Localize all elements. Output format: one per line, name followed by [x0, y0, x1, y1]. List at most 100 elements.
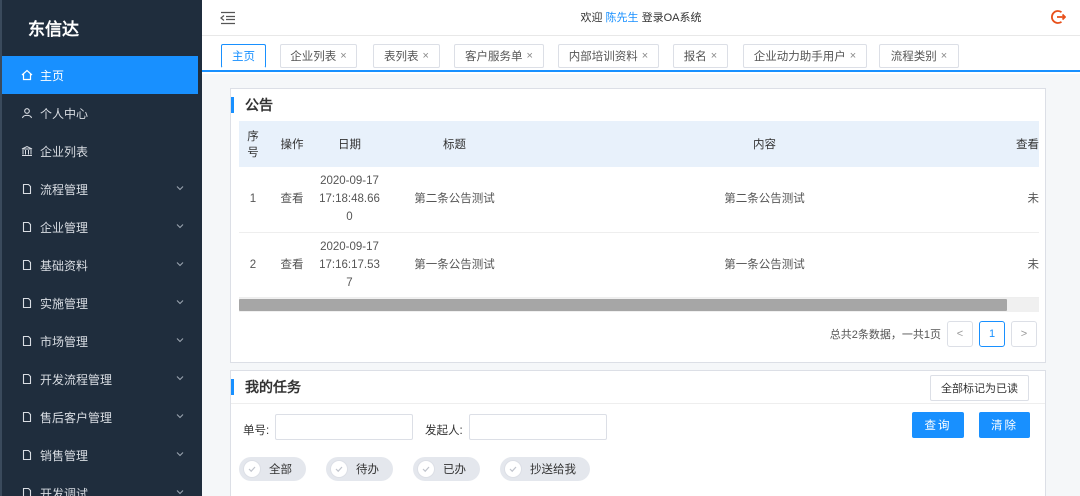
filter-todo[interactable]: 待办	[326, 457, 393, 481]
table-row: 1 查看 2020-09-17 17:18:48.66 0 第二条公告测试 第二…	[239, 167, 1039, 233]
document-icon	[20, 448, 34, 462]
chevron-down-icon	[176, 262, 184, 267]
close-icon[interactable]: ×	[711, 50, 717, 62]
document-icon	[20, 296, 34, 310]
user-name[interactable]: 陈先生	[606, 12, 639, 24]
tab-table-list[interactable]: 表列表 ×	[373, 44, 440, 68]
chevron-down-icon	[176, 300, 184, 305]
document-icon	[20, 258, 34, 272]
horizontal-scrollbar[interactable]	[239, 297, 1039, 312]
filter-done[interactable]: 已办	[413, 457, 480, 481]
sidebar-item-label: 市场管理	[40, 334, 89, 349]
chevron-down-icon	[176, 452, 184, 457]
notice-panel: 公告 序号 操作 日期 标题 内容 查看 1 查看 2020-09-17 17:…	[230, 88, 1046, 363]
sidebar-item-label: 主页	[40, 68, 65, 83]
sidebar-menu: 主页 个人中心 企业列表 流程管理 企业管理 基础资料 实施管理 市场管理 开发…	[2, 56, 202, 496]
tab-label: 企业动力助手用户	[753, 51, 846, 63]
tab-label: 企业列表	[290, 51, 337, 63]
tab-internal-training[interactable]: 内部培训资料 ×	[558, 44, 659, 68]
tab-signup[interactable]: 报名 ×	[673, 44, 728, 68]
document-icon	[20, 334, 34, 348]
column-header: 操作	[267, 121, 317, 167]
sidebar-item-label: 个人中心	[40, 106, 89, 121]
filter-label: 抄送给我	[530, 464, 576, 476]
column-header: 序号	[239, 121, 267, 167]
sidebar-item-label: 开发调试	[40, 486, 89, 496]
sidebar-item-label: 实施管理	[40, 296, 89, 311]
tab-home[interactable]: 主页	[221, 44, 266, 68]
query-button[interactable]: 查询	[912, 412, 964, 438]
clear-button[interactable]: 清除	[979, 412, 1030, 438]
tab-label: 内部培训资料	[568, 51, 638, 63]
order-no-input[interactable]	[275, 414, 413, 440]
sidebar-item-home[interactable]: 主页	[2, 56, 198, 94]
sidebar-item-label: 基础资料	[40, 258, 89, 273]
sidebar: 东信达 主页 个人中心 企业列表 流程管理 企业管理 基础资料 实施管理 市场管…	[0, 0, 202, 496]
chevron-down-icon	[176, 376, 184, 381]
row-date: 2020-09-17 17:18:48.66 0	[317, 167, 382, 233]
sidebar-item-after-sales[interactable]: 售后客户管理	[2, 398, 202, 436]
row-index: 1	[239, 167, 267, 233]
sidebar-item-sales[interactable]: 销售管理	[2, 436, 202, 474]
tab-customer-service[interactable]: 客户服务单 ×	[454, 44, 544, 68]
row-title: 第二条公告测试	[382, 167, 527, 233]
order-no-label: 单号:	[243, 425, 270, 437]
page-number-button[interactable]: 1	[979, 320, 1005, 347]
prev-page-button[interactable]: <	[947, 320, 973, 347]
initiator-input[interactable]	[469, 414, 607, 440]
mark-all-read-button[interactable]: 全部标记为已读	[930, 375, 1029, 401]
sidebar-item-label: 企业管理	[40, 220, 89, 235]
tab-company-list[interactable]: 企业列表 ×	[280, 44, 357, 68]
bank-icon	[20, 144, 34, 158]
sidebar-item-implementation[interactable]: 实施管理	[2, 284, 202, 322]
sidebar-item-label: 流程管理	[40, 182, 89, 197]
sidebar-item-process[interactable]: 流程管理	[2, 170, 202, 208]
filter-cc-me[interactable]: 抄送给我	[500, 457, 590, 481]
user-icon	[20, 106, 34, 120]
notice-title: 公告	[231, 89, 1045, 121]
sidebar-item-enterprise[interactable]: 企业管理	[2, 208, 202, 246]
sidebar-item-label: 销售管理	[40, 448, 89, 463]
close-icon[interactable]: ×	[340, 50, 346, 62]
table-header-row: 序号 操作 日期 标题 内容 查看	[239, 121, 1039, 167]
sidebar-item-profile[interactable]: 个人中心	[2, 94, 202, 132]
sidebar-item-companies[interactable]: 企业列表	[2, 132, 202, 170]
column-header: 内容	[527, 121, 1002, 167]
notice-table: 序号 操作 日期 标题 内容 查看 1 查看 2020-09-17 17:18:…	[239, 121, 1039, 298]
sidebar-item-market[interactable]: 市场管理	[2, 322, 202, 360]
scrollbar-thumb[interactable]	[239, 298, 1007, 311]
document-icon	[20, 220, 34, 234]
tab-assistant-users[interactable]: 企业动力助手用户 ×	[743, 44, 867, 68]
document-icon	[20, 486, 34, 496]
check-circle-icon	[330, 460, 348, 478]
view-link[interactable]: 查看	[267, 232, 317, 298]
read-status: 未	[1002, 167, 1039, 233]
date-line: 2020-09-17	[320, 240, 379, 253]
tab-process-category[interactable]: 流程类别 ×	[879, 44, 959, 68]
row-content: 第一条公告测试	[527, 232, 1002, 298]
read-status: 未	[1002, 232, 1039, 298]
close-icon[interactable]: ×	[941, 50, 947, 62]
main-content: 公告 序号 操作 日期 标题 内容 查看 1 查看 2020-09-17 17:…	[202, 74, 1080, 496]
close-icon[interactable]: ×	[642, 50, 648, 62]
sidebar-item-dev-process[interactable]: 开发流程管理	[2, 360, 202, 398]
sidebar-item-basic-data[interactable]: 基础资料	[2, 246, 202, 284]
tab-bar: 主页 企业列表 × 表列表 × 客户服务单 × 内部培训资料 × 报名 × 企业动力助手用…	[202, 36, 1080, 72]
date-line: 17:18:48.66	[319, 193, 380, 206]
column-header: 查看	[1002, 121, 1039, 167]
column-header: 标题	[382, 121, 527, 167]
logout-icon[interactable]	[1050, 9, 1066, 25]
filter-all[interactable]: 全部	[239, 457, 306, 481]
chevron-down-icon	[176, 338, 184, 343]
next-page-button[interactable]: >	[1011, 320, 1037, 347]
document-icon	[20, 182, 34, 196]
row-content: 第二条公告测试	[527, 167, 1002, 233]
chevron-down-icon	[176, 224, 184, 229]
close-icon[interactable]: ×	[527, 50, 533, 62]
close-icon[interactable]: ×	[850, 50, 856, 62]
close-icon[interactable]: ×	[423, 50, 429, 62]
tasks-title: 我的任务	[231, 371, 1045, 403]
view-link[interactable]: 查看	[267, 167, 317, 233]
filter-label: 待办	[356, 464, 379, 476]
sidebar-item-dev-debug[interactable]: 开发调试	[2, 474, 202, 496]
